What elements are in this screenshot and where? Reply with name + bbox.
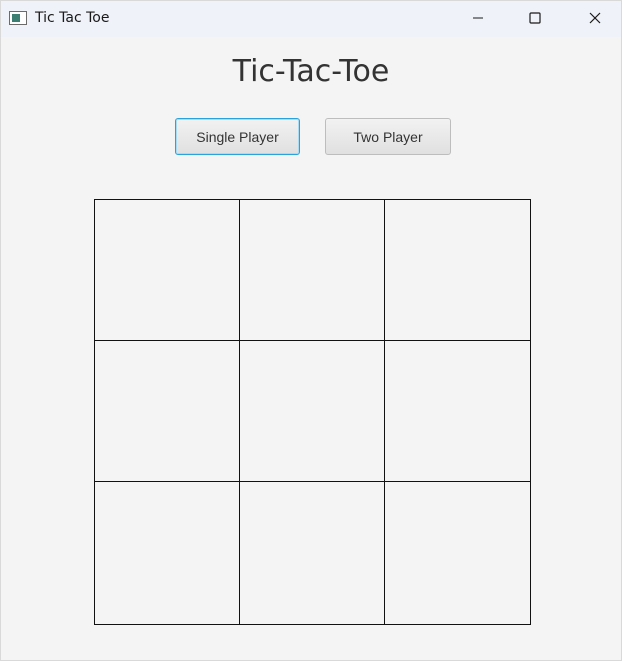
minimize-button[interactable] — [455, 1, 501, 35]
maximize-button[interactable] — [512, 1, 558, 35]
two-player-button[interactable]: Two Player — [325, 118, 451, 155]
board-cell-3[interactable] — [385, 200, 530, 341]
app-window-icon — [9, 11, 27, 25]
minimize-icon — [473, 17, 483, 19]
single-player-button[interactable]: Single Player — [175, 118, 300, 155]
app-window: Tic Tac Toe Tic-Tac-Toe Single Player Tw… — [0, 0, 622, 661]
board-cell-9[interactable] — [385, 482, 530, 624]
board-cell-4[interactable] — [95, 341, 240, 482]
window-title: Tic Tac Toe — [35, 10, 110, 26]
board-cell-7[interactable] — [95, 482, 240, 624]
title-bar[interactable]: Tic Tac Toe — [1, 1, 621, 37]
page-title: Tic-Tac-Toe — [232, 54, 390, 89]
board-cell-2[interactable] — [240, 200, 385, 341]
maximize-icon — [529, 12, 541, 24]
board-cell-1[interactable] — [95, 200, 240, 341]
close-icon — [589, 12, 601, 24]
board-cell-6[interactable] — [385, 341, 530, 482]
board-cell-5[interactable] — [240, 341, 385, 482]
game-board — [94, 199, 531, 625]
board-cell-8[interactable] — [240, 482, 385, 624]
close-button[interactable] — [572, 1, 618, 35]
